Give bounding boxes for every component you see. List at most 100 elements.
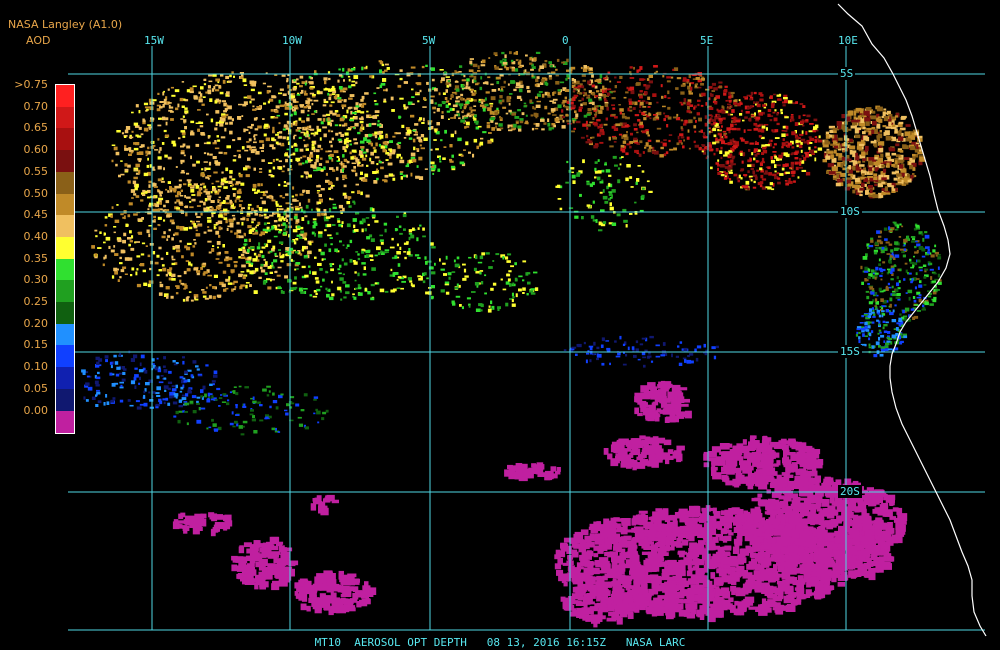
aod-pixel	[435, 148, 439, 151]
aod-pixel	[578, 106, 583, 109]
aod-pixel	[469, 58, 474, 60]
aod-pixel	[866, 295, 870, 300]
aod-pixel	[299, 85, 303, 88]
aod-pixel	[571, 130, 575, 133]
aod-pixel	[747, 170, 750, 174]
aod-pixel	[355, 183, 359, 186]
aod-pixel	[190, 374, 193, 378]
aod-pixel	[336, 166, 339, 171]
aod-pixel	[167, 88, 170, 91]
aod-pixel	[125, 223, 129, 227]
aod-pixel	[133, 176, 138, 180]
aod-pixel	[403, 242, 409, 245]
aod-pixel	[635, 340, 639, 344]
aod-pixel	[445, 76, 450, 78]
aod-pixel	[218, 85, 221, 89]
aod-pixel	[338, 131, 342, 135]
aod-pixel	[442, 262, 446, 265]
aod-pixel	[208, 295, 212, 299]
aod-pixel	[565, 78, 568, 81]
aod-pixel	[323, 98, 327, 102]
aod-pixel	[684, 359, 687, 363]
aod-pixel	[337, 79, 340, 83]
aod-pixel	[773, 93, 776, 96]
aod-pixel	[910, 146, 916, 151]
aod-pixel	[914, 245, 917, 249]
aod-pixel	[130, 247, 135, 251]
aod-pixel	[618, 104, 621, 106]
aod-pixel	[459, 97, 464, 100]
aod-pixel	[261, 246, 266, 249]
aod-pixel	[814, 136, 818, 139]
aod-pixel	[799, 134, 803, 137]
aod-pixel	[191, 194, 196, 196]
aod-pixel	[883, 227, 888, 231]
aod-pixel	[338, 74, 343, 77]
aod-pixel	[304, 82, 307, 86]
aod-pixel	[864, 266, 868, 271]
aod-pixel	[727, 167, 731, 171]
aod-pixel	[680, 119, 683, 122]
aod-pixel	[802, 124, 805, 127]
aod-pixel	[249, 100, 252, 104]
aod-pixel	[461, 79, 467, 82]
aod-pixel	[262, 118, 265, 120]
aod-pixel	[759, 167, 763, 171]
aod-pixel	[229, 199, 232, 204]
aod-pixel	[531, 127, 535, 131]
aod-pixel	[95, 384, 100, 387]
aod-pixel	[232, 139, 236, 142]
aod-pixel	[133, 142, 138, 145]
aod-pixel	[728, 172, 733, 174]
aod-pixel	[293, 287, 297, 291]
aod-pixel	[190, 252, 194, 257]
aod-pixel	[694, 144, 700, 148]
aod-pixel	[207, 135, 210, 139]
aod-pixel	[621, 113, 625, 116]
aod-pixel	[629, 77, 635, 79]
aod-pixel	[215, 110, 220, 114]
aod-pixel	[686, 136, 690, 140]
aod-pixel	[186, 268, 191, 272]
aod-pixel	[133, 169, 138, 171]
aod-pixel	[253, 141, 257, 144]
aod-pixel	[485, 252, 490, 255]
aod-pixel	[195, 122, 201, 124]
aod-pixel	[868, 185, 873, 189]
aod-pixel	[301, 217, 305, 221]
aod-pixel	[547, 112, 551, 115]
aod-pixel	[304, 215, 308, 218]
aod-pixel	[370, 161, 375, 165]
aod-pixel	[771, 129, 774, 132]
aod-pixel	[653, 65, 658, 68]
aod-pixel	[535, 78, 539, 83]
aod-pixel	[486, 122, 490, 124]
aod-pixel	[731, 109, 735, 113]
aod-pixel	[744, 116, 748, 119]
aod-pixel	[601, 337, 605, 342]
aod-pixel	[271, 199, 276, 202]
aod-pixel	[887, 157, 891, 162]
aod-pixel	[655, 355, 661, 358]
aod-pixel	[272, 392, 275, 396]
aod-pixel	[838, 122, 842, 127]
aod-pixel	[154, 261, 159, 265]
aod-pixel	[372, 115, 378, 119]
aod-pixel	[755, 160, 759, 163]
aod-pixel	[723, 165, 726, 168]
aod-pixel	[663, 118, 666, 122]
aod-pixel	[259, 140, 264, 143]
aod-pixel	[572, 120, 575, 124]
aod-pixel	[243, 84, 248, 86]
aod-pixel	[207, 240, 212, 243]
aod-pixel	[733, 173, 738, 177]
aod-pixel	[157, 156, 162, 160]
aod-pixel	[137, 158, 142, 161]
aod-pixel	[196, 402, 200, 405]
aod-pixel	[322, 118, 326, 122]
aod-pixel	[647, 134, 650, 137]
aod-pixel	[130, 274, 133, 277]
aod-pixel	[373, 100, 377, 102]
aod-pixel	[874, 298, 878, 302]
aod-pixel	[338, 272, 342, 275]
